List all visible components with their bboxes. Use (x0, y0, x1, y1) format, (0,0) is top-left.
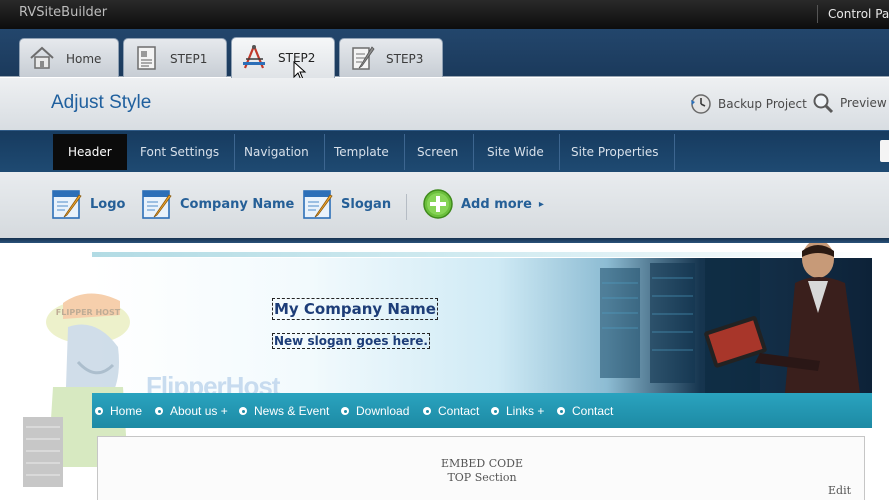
site-menu-download[interactable]: Download (356, 393, 409, 428)
subnav-site-properties[interactable]: Site Properties (556, 134, 675, 170)
company-name-text[interactable]: My Company Name (272, 298, 438, 320)
site-menu-contact[interactable]: Contact (438, 393, 479, 428)
company-name-label: Company Name (180, 196, 295, 212)
title-band: Adjust Style Backup Project Preview (0, 78, 889, 130)
style-subnav: Header Font Settings Navigation Template… (0, 130, 889, 172)
site-menu-home[interactable]: Home (110, 393, 142, 428)
logo-button[interactable]: Logo (51, 188, 125, 220)
magnifier-icon (813, 93, 834, 114)
edit-slogan-icon (303, 190, 333, 219)
site-menu-about[interactable]: About us + (170, 393, 228, 428)
subnav-header[interactable]: Header (53, 134, 127, 170)
slogan-button[interactable]: Slogan (302, 188, 391, 220)
header-element-toolbar: Logo Company Name Slogan Add more ▸ (0, 172, 889, 238)
menu-bullet-icon (341, 407, 349, 415)
site-menu-news[interactable]: News & Event (254, 393, 329, 428)
add-circle-icon (423, 189, 453, 219)
menu-bullet-icon (423, 407, 431, 415)
menu-bullet-icon (155, 407, 163, 415)
menu-bullet-icon (239, 407, 247, 415)
menu-bullet-icon (557, 407, 565, 415)
subnav-navigation[interactable]: Navigation (229, 134, 325, 170)
subnav-site-wide[interactable]: Site Wide (472, 134, 560, 170)
company-name-button[interactable]: Company Name (141, 188, 294, 220)
backup-clock-icon (691, 94, 711, 114)
tab-step1[interactable]: STEP1 (123, 38, 227, 77)
slogan-label: Slogan (341, 196, 392, 212)
tab-home-label: Home (66, 52, 102, 66)
site-nav-menu: Home About us + News & Event Download Co… (92, 393, 872, 428)
subnav-screen[interactable]: Screen (402, 134, 475, 170)
step-tab-bar: Home STEP1 STEP2 STEP3 (0, 29, 889, 78)
home-icon (30, 46, 54, 69)
backup-project-button[interactable]: Backup Project (690, 93, 807, 115)
top-bar: RVSiteBuilder Control Pan (0, 0, 889, 29)
edit-company-name-icon (142, 190, 172, 219)
control-panel-link[interactable]: Control Pan (817, 5, 889, 23)
subnav-template[interactable]: Template (319, 134, 405, 170)
document-icon (137, 46, 156, 70)
tab-step1-label: STEP1 (170, 52, 208, 66)
menu-bullet-icon (491, 407, 499, 415)
edit-page-icon (352, 46, 375, 70)
site-menu-contact-2[interactable]: Contact (572, 393, 613, 428)
page-title: Adjust Style (51, 92, 152, 113)
subnav-font-settings[interactable]: Font Settings (125, 134, 236, 170)
preview-label: Preview (840, 96, 887, 110)
embed-edit-link[interactable]: Edit (828, 484, 851, 497)
slogan-text[interactable]: New slogan goes here. (272, 333, 430, 349)
app-title: RVSiteBuilder (19, 5, 108, 20)
embed-code-heading: EMBED CODE (440, 457, 523, 470)
preview-button[interactable]: Preview (812, 92, 887, 114)
subnav-overflow-control[interactable] (880, 140, 889, 162)
add-more-button[interactable]: Add more ▸ (422, 188, 544, 220)
mascot-cap-text: FLIPPER HOST (56, 308, 121, 317)
tab-step3-label: STEP3 (386, 52, 424, 66)
add-more-arrow-icon: ▸ (538, 198, 544, 210)
add-more-label: Add more (461, 196, 532, 212)
toolbar-divider (406, 194, 407, 220)
tab-step3[interactable]: STEP3 (339, 38, 443, 77)
page-root: RVSiteBuilder Control Pan Home STEP1 (0, 0, 889, 500)
menu-bullet-icon (95, 407, 103, 415)
design-tools-icon (243, 45, 265, 69)
site-menu-links[interactable]: Links + (506, 393, 544, 428)
backup-project-label: Backup Project (718, 97, 807, 111)
site-preview: My Company Name New slogan goes here. FL… (0, 243, 889, 500)
embed-code-box[interactable]: EMBED CODE TOP Section (97, 436, 865, 500)
embed-code-section: TOP Section (447, 471, 517, 484)
person-with-laptop-image (704, 243, 860, 393)
edit-logo-icon (52, 190, 82, 219)
logo-label: Logo (90, 196, 126, 212)
tab-home[interactable]: Home (19, 38, 119, 77)
tab-step2[interactable]: STEP2 (231, 37, 335, 78)
